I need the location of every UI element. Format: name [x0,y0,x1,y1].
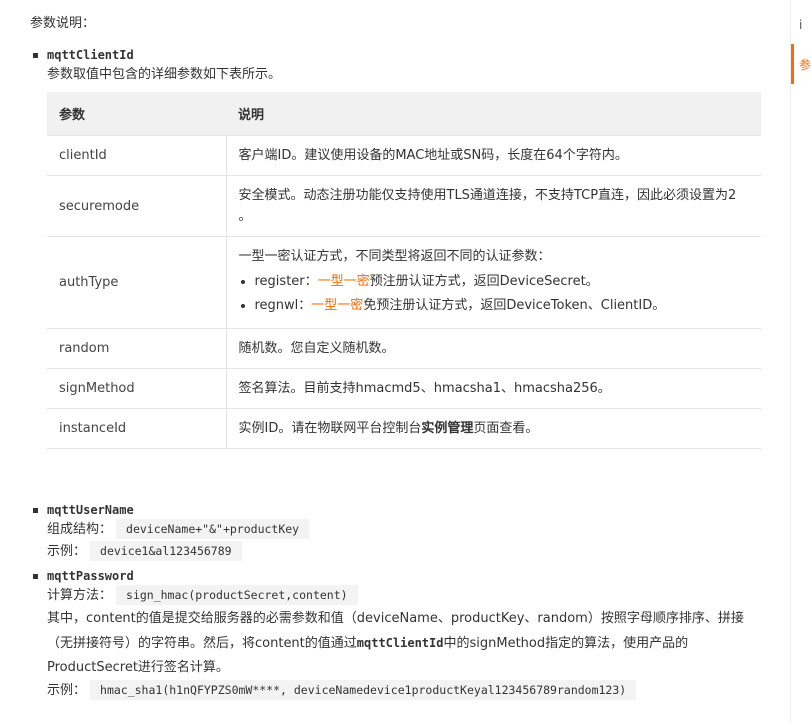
table-row: securemode 安全模式。动态注册功能仅支持使用TLS通道连接，不支持TC… [47,175,761,237]
list-item: regnwl：一型一密免预注册认证方式，返回DeviceToken、Client… [255,295,750,316]
item-suffix: 预注册认证方式，返回DeviceSecret。 [369,274,599,289]
struct-label: 组成结构： [47,522,113,537]
param-mqtt-password: mqttPassword 计算方法： sign_hmac(productSecre… [30,567,762,702]
instance-management-text: 实例管理 [421,421,474,436]
param-desc: 参数取值中包含的详细参数如下表所示。 [47,67,282,82]
item-prefix: regnwl： [254,298,312,313]
table-header-row: 参数 说明 [47,92,761,136]
desc-pre: 实例ID。请在物联网平台控制台 [238,421,422,436]
item-prefix: register： [254,274,318,289]
password-desc: 其中，content的值是提交给服务器的必需参数和值（deviceName、pr… [47,607,762,680]
calc-row: 计算方法： sign_hmac(productSecret,content) [47,585,762,607]
one-type-one-secret-link[interactable]: 一型一密 [318,274,370,289]
cell-param: clientId [47,135,227,176]
cell-desc: 随机数。您自定义随机数。 [226,328,761,369]
table-row: random 随机数。您自定义随机数。 [47,328,761,369]
client-id-ref: mqttClientId [356,636,444,650]
sidebar-active-indicator [791,44,794,84]
cell-param: securemode [47,175,227,237]
struct-row: 组成结构： deviceName+"&"+productKey [47,519,762,541]
auth-type-desc: 一型一密认证方式，不同类型将返回不同的认证参数： [238,249,551,264]
cell-desc: 签名算法。目前支持hmacmd5、hmacsha1、hmacsha256。 [226,368,761,409]
example-code: device1&al123456789 [90,541,242,561]
right-sidebar: i 参 [790,0,811,722]
example-row: 示例： hmac_sha1(h1nQFYPZS0mW****, deviceNam… [47,680,762,702]
param-name: mqttPassword [47,569,134,583]
table-header-desc: 说明 [226,92,761,136]
table-row: clientId 客户端ID。建议使用设备的MAC地址或SN码，长度在64个字符… [47,135,761,176]
item-suffix: 免预注册认证方式，返回DeviceToken、ClientID。 [363,298,666,313]
cell-param: authType [47,236,227,329]
table-row: authType 一型一密认证方式，不同类型将返回不同的认证参数： regist… [47,236,761,329]
cell-desc: 一型一密认证方式，不同类型将返回不同的认证参数： register：一型一密预注… [226,236,761,329]
struct-code: deviceName+"&"+productKey [116,519,310,539]
table-header-param: 参数 [47,92,226,136]
intro-text: 参数说明： [30,16,96,31]
cell-desc: 实例ID。请在物联网平台控制台实例管理页面查看。 [226,408,761,449]
cell-desc: 安全模式。动态注册功能仅支持使用TLS通道连接，不支持TCP直连，因此必须设置为… [226,175,761,237]
table-row: instanceId 实例ID。请在物联网平台控制台实例管理页面查看。 [47,408,761,449]
bullet-icon [33,508,38,513]
auth-type-list: register：一型一密预注册认证方式，返回DeviceSecret。 reg… [239,271,750,316]
param-name: mqttUserName [47,503,134,517]
bullet-icon [33,53,38,58]
example-code: hmac_sha1(h1nQFYPZS0mW****, deviceNamede… [90,680,637,700]
cell-param: signMethod [47,368,227,409]
param-mqtt-client-id: mqttClientId 参数取值中包含的详细参数如下表所示。 参数 说明 cl… [30,46,762,449]
example-label: 示例： [47,683,87,698]
example-row: 示例： device1&al123456789 [47,541,762,563]
example-label: 示例： [47,544,87,559]
desc-post: 页面查看。 [473,421,539,436]
calc-label: 计算方法： [47,588,113,603]
sidebar-item-active[interactable]: 参 [799,56,811,73]
calc-code: sign_hmac(productSecret,content) [116,585,358,605]
cell-desc: 客户端ID。建议使用设备的MAC地址或SN码，长度在64个字符内。 [226,135,761,176]
list-item: register：一型一密预注册认证方式，返回DeviceSecret。 [255,271,750,292]
params-table: 参数 说明 clientId 客户端ID。建议使用设备的MAC地址或SN码，长度… [47,92,761,449]
param-mqtt-user-name: mqttUserName 组成结构： deviceName+"&"+product… [30,501,762,563]
doc-content: 参数说明： mqttClientId 参数取值中包含的详细参数如下表所示。 参数… [30,14,762,706]
one-type-one-secret-link[interactable]: 一型一密 [311,298,363,313]
sidebar-item[interactable]: i [799,18,802,32]
param-name: mqttClientId [47,48,134,62]
cell-param: random [47,328,227,369]
cell-param: instanceId [47,408,227,449]
bullet-icon [33,574,38,579]
table-row: signMethod 签名算法。目前支持hmacmd5、hmacsha1、hma… [47,368,761,409]
